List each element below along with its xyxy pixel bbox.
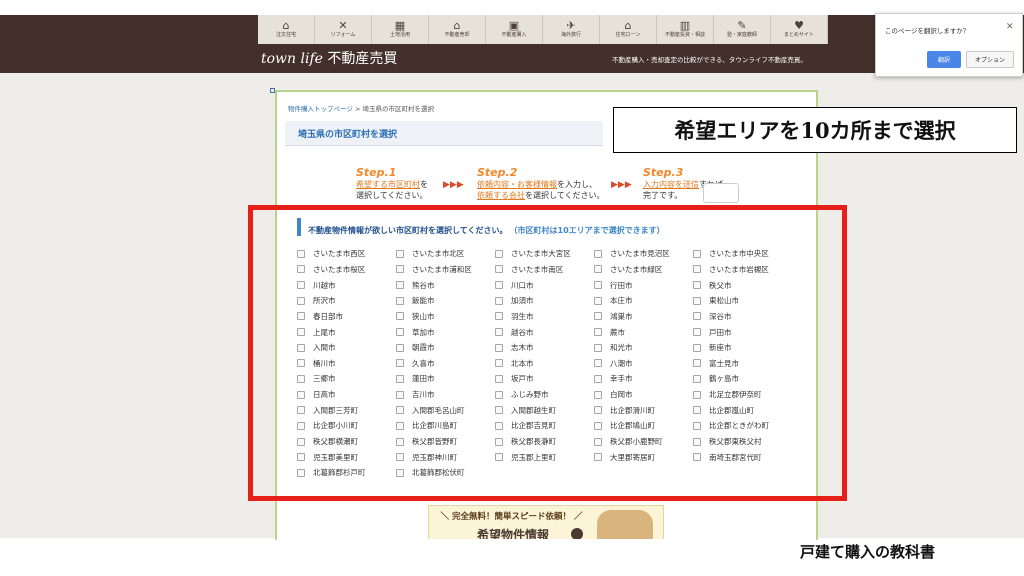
- nav-item-9[interactable]: ♥ まとめサイト: [771, 15, 828, 44]
- dog-mascot-icon: [597, 510, 653, 539]
- nav-item-8[interactable]: ✎ 塾・家庭教師: [714, 15, 771, 44]
- speech-bubble-icon: [703, 183, 739, 203]
- annotation-callout: 希望エリアを10カ所まで選択: [613, 107, 1017, 153]
- translate-dialog: このページを翻訳しますか？ ✕ 翻訳 オプション: [875, 13, 1023, 77]
- site-tagline: 不動産購入・売却査定の比較ができる、タウンライフ不動産売買。: [612, 56, 807, 64]
- investment-icon: ▥: [679, 19, 691, 32]
- home-loan-icon: ⌂: [624, 19, 632, 32]
- step-2: Step.2 依頼内容・お客様情報を入力し、 依頼する会社を選択してください。: [477, 166, 605, 200]
- nav-item-label: リフォーム: [330, 32, 356, 38]
- nav-item-6[interactable]: ⌂ 住宅ローン: [600, 15, 657, 44]
- close-icon[interactable]: ✕: [1006, 22, 1014, 32]
- section-title: 埼玉県の市区町村を選択: [285, 121, 603, 146]
- nav-item-4[interactable]: ▣ 不動産購入: [486, 15, 543, 44]
- nav-item-label: 不動産売却: [444, 32, 470, 38]
- nav-item-label: 海外旅行: [560, 32, 581, 38]
- building-icon: ▣: [508, 19, 520, 32]
- tools-icon: ✕: [338, 19, 348, 32]
- grid-land-icon: ▦: [394, 19, 406, 32]
- play-arrow-icon: [571, 528, 583, 539]
- nav-item-3[interactable]: ⌂ 不動産売却: [429, 15, 486, 44]
- heart-icon: ♥: [794, 19, 804, 32]
- people-house-icon: ⌂: [453, 19, 461, 32]
- nav-item-2[interactable]: ▦ 土地活用: [372, 15, 429, 44]
- nav-item-label: 塾・家庭教師: [726, 32, 757, 38]
- nav-item-label: 土地活用: [389, 32, 410, 38]
- pencil-icon: ✎: [737, 19, 747, 32]
- nav-item-label: 不動産購入: [501, 32, 527, 38]
- nav-item-7[interactable]: ▥ 不動産投資・相談: [657, 15, 714, 44]
- site-logo[interactable]: town life 不動産売買: [261, 48, 397, 68]
- corner-marker: [270, 88, 275, 93]
- breadcrumb-current: 埼玉県の市区町村を選択: [362, 105, 434, 113]
- site-header: ⌂ 注文住宅 ✕ リフォーム ▦ 土地活用 ⌂ 不動産売却 ▣ 不動産購入 ✈ 海外旅行 ⌂ 住宅ローン ▥…: [0, 15, 1024, 73]
- translate-button[interactable]: 翻訳: [927, 51, 961, 68]
- nav-item-1[interactable]: ✕ リフォーム: [315, 15, 372, 44]
- footer-caption: 戸建て購入の教科書: [800, 543, 936, 561]
- free-request-banner[interactable]: ＼ 完全無料！簡単スピード依頼！ ／ 希望物件情報: [428, 505, 664, 539]
- nav-item-0[interactable]: ⌂ 注文住宅: [258, 15, 315, 44]
- highlight-box: [248, 205, 847, 501]
- breadcrumb: 物件購入トップページ > 埼玉県の市区町村を選択: [288, 105, 434, 113]
- nav-item-label: 住宅ローン: [615, 32, 641, 38]
- nav-item-label: 注文住宅: [275, 32, 296, 38]
- options-button[interactable]: オプション: [966, 51, 1014, 68]
- translate-question: このページを翻訳しますか？: [885, 27, 970, 35]
- breadcrumb-link-top[interactable]: 物件購入トップページ: [288, 105, 353, 113]
- house-icon: ⌂: [282, 19, 290, 32]
- nav-item-5[interactable]: ✈ 海外旅行: [543, 15, 600, 44]
- step-1: Step.1 希望する市区町村を 選択してください。: [356, 166, 428, 200]
- category-nav: ⌂ 注文住宅 ✕ リフォーム ▦ 土地活用 ⌂ 不動産売却 ▣ 不動産購入 ✈ 海外旅行 ⌂ 住宅ローン ▥…: [258, 15, 828, 44]
- airplane-icon: ✈: [566, 19, 576, 32]
- nav-item-label: 不動産投資・相談: [664, 32, 705, 38]
- step-arrow-2: ▶▶▶: [611, 180, 632, 190]
- step-arrow-1: ▶▶▶: [443, 180, 464, 190]
- nav-item-label: まとめサイト: [783, 32, 814, 38]
